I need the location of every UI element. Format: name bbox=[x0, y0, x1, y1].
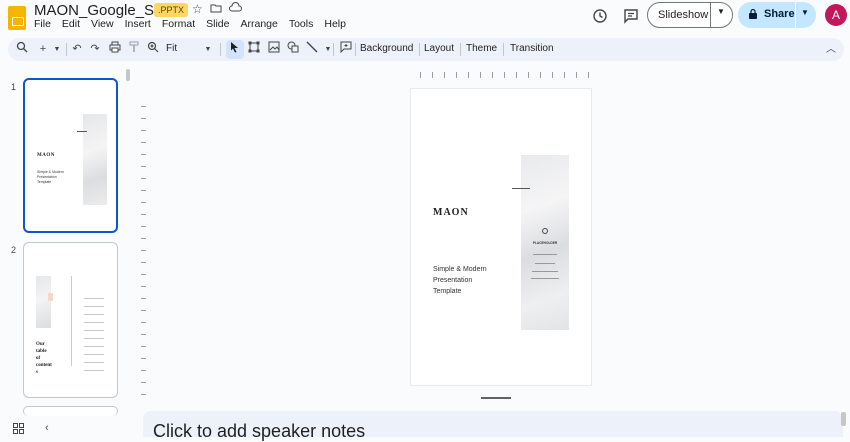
slide-subtitle-line: Simple & Modern bbox=[433, 266, 487, 273]
slide-decorative-line[interactable] bbox=[512, 188, 530, 189]
menu-format[interactable]: Format bbox=[162, 18, 195, 30]
toolbar-divider bbox=[333, 43, 334, 56]
slide-subtitle-line: Presentation bbox=[433, 277, 473, 284]
add-comment-icon[interactable] bbox=[338, 41, 354, 58]
notes-scrollbar[interactable] bbox=[841, 412, 846, 426]
slideshow-button[interactable]: Slideshow ▼ bbox=[647, 2, 733, 28]
thumb-1-photo bbox=[83, 114, 107, 205]
share-label: Share bbox=[764, 8, 795, 20]
photo-text-line bbox=[532, 271, 558, 272]
file-format-badge: .PPTX bbox=[154, 3, 189, 17]
thumb-2-toc-lines bbox=[84, 291, 104, 371]
thumb-2-title-line: content bbox=[36, 363, 52, 368]
menu-bar: File Edit View Insert Format Slide Arran… bbox=[34, 18, 346, 30]
thumb-2-title-line: table bbox=[36, 349, 47, 354]
thumb-2-title: Our table of content s bbox=[36, 341, 52, 376]
comments-icon[interactable] bbox=[622, 8, 640, 26]
zoom-dropdown-icon[interactable]: ▼ bbox=[200, 41, 216, 58]
menu-view[interactable]: View bbox=[91, 18, 114, 30]
toolbar-divider bbox=[355, 43, 356, 56]
grid-view-icon[interactable] bbox=[13, 423, 24, 437]
background-button[interactable]: Background bbox=[360, 43, 413, 54]
theme-button[interactable]: Theme bbox=[466, 43, 497, 54]
share-dropdown-icon[interactable]: ▼ bbox=[801, 8, 809, 17]
filmstrip-scrollbar[interactable] bbox=[126, 69, 130, 81]
menu-slide[interactable]: Slide bbox=[206, 18, 229, 30]
speaker-notes-placeholder[interactable]: Click to add speaker notes bbox=[153, 421, 365, 442]
insert-image-icon[interactable] bbox=[266, 41, 282, 58]
select-cursor-icon[interactable] bbox=[227, 41, 243, 58]
slide-number-1: 1 bbox=[11, 82, 17, 92]
print-icon[interactable] bbox=[107, 41, 123, 58]
undo-icon[interactable]: ↶ bbox=[69, 41, 85, 58]
thumb-2-title-line: Our bbox=[36, 342, 45, 347]
select-frame-icon[interactable] bbox=[246, 41, 262, 58]
menu-file[interactable]: File bbox=[34, 18, 51, 30]
slide-filmstrip: 1 MAON Simple & Modern Presentation Temp… bbox=[0, 66, 135, 416]
menu-help[interactable]: Help bbox=[324, 18, 346, 30]
thumb-2-title-line: s bbox=[36, 370, 38, 375]
slide-thumbnail-3[interactable] bbox=[23, 406, 118, 416]
line-icon[interactable] bbox=[304, 41, 320, 58]
layout-button[interactable]: Layout bbox=[424, 43, 454, 54]
menu-tools[interactable]: Tools bbox=[289, 18, 314, 30]
speaker-notes-panel[interactable]: Click to add speaker notes bbox=[143, 411, 843, 441]
slide-title[interactable]: MAON bbox=[433, 207, 469, 218]
thumb-1-subtitle: Simple & Modern Presentation Template bbox=[37, 170, 64, 184]
thumb-2-title-line: of bbox=[36, 356, 41, 361]
search-menus-icon[interactable] bbox=[14, 41, 30, 58]
zoom-value[interactable]: Fit bbox=[166, 43, 177, 54]
photo-text-line bbox=[533, 254, 557, 255]
thumb-2-accent bbox=[48, 293, 53, 301]
toolbar-divider bbox=[66, 43, 67, 56]
collapse-toolbar-icon[interactable]: ︿ bbox=[823, 41, 839, 58]
toolbar-divider bbox=[503, 43, 504, 56]
star-icon[interactable]: ☆ bbox=[192, 2, 203, 16]
collapse-filmstrip-icon[interactable]: ‹ bbox=[45, 422, 49, 434]
share-button[interactable]: Share ▼ bbox=[738, 2, 816, 28]
share-divider bbox=[795, 2, 796, 28]
lock-icon bbox=[748, 8, 758, 22]
menu-edit[interactable]: Edit bbox=[62, 18, 80, 30]
current-slide[interactable]: MAON Simple & Modern Presentation Templa… bbox=[411, 89, 591, 385]
photo-text-line bbox=[535, 263, 555, 264]
slide-subtitle-line: Template bbox=[433, 288, 462, 295]
menu-arrange[interactable]: Arrange bbox=[240, 18, 277, 30]
slide-thumbnail-2[interactable]: Our table of content s bbox=[23, 242, 118, 398]
thumb-1-title: MAON bbox=[37, 153, 55, 158]
toolbar-divider bbox=[220, 43, 221, 56]
thumb-2-divider bbox=[71, 276, 72, 366]
redo-icon[interactable]: ↷ bbox=[87, 41, 103, 58]
toolbar-divider bbox=[460, 43, 461, 56]
photo-caption: PLACEHOLDER bbox=[532, 241, 558, 245]
photo-emblem-icon bbox=[542, 228, 548, 234]
menu-insert[interactable]: Insert bbox=[125, 18, 151, 30]
app-header: MAON_Google_Slides .PPTX ☆ File Edit Vie… bbox=[0, 0, 850, 36]
slide-number-2: 2 bbox=[11, 245, 17, 255]
slideshow-dropdown-icon[interactable]: ▼ bbox=[717, 7, 725, 16]
transition-button[interactable]: Transition bbox=[510, 43, 554, 54]
paint-format-icon[interactable] bbox=[126, 41, 142, 58]
thumb-1-line bbox=[77, 131, 87, 132]
slide-subtitle[interactable]: Simple & Modern Presentation Template bbox=[433, 264, 503, 297]
slideshow-label: Slideshow bbox=[658, 9, 709, 21]
account-avatar[interactable]: A bbox=[825, 4, 847, 26]
version-history-icon[interactable] bbox=[591, 8, 609, 26]
slides-logo-icon[interactable] bbox=[8, 6, 26, 30]
cloud-status-icon[interactable] bbox=[229, 2, 243, 17]
vertical-ruler bbox=[141, 95, 146, 395]
canvas-scroll-indicator[interactable] bbox=[481, 397, 511, 399]
zoom-icon[interactable] bbox=[145, 41, 161, 58]
shape-icon[interactable] bbox=[285, 41, 301, 58]
slideshow-divider bbox=[710, 3, 711, 27]
toolbar-divider bbox=[419, 43, 420, 56]
new-slide-dropdown-icon[interactable]: ▼ bbox=[49, 41, 65, 58]
slide-thumbnail-1[interactable]: MAON Simple & Modern Presentation Templa… bbox=[23, 78, 118, 233]
thumb-2-photo bbox=[36, 276, 51, 328]
photo-text-line bbox=[531, 278, 559, 279]
horizontal-ruler bbox=[420, 72, 590, 78]
toolbar: + ▼ ↶ ↷ Fit ▼ ▼ Background Layout Theme … bbox=[8, 38, 844, 61]
move-folder-icon[interactable] bbox=[210, 2, 222, 17]
